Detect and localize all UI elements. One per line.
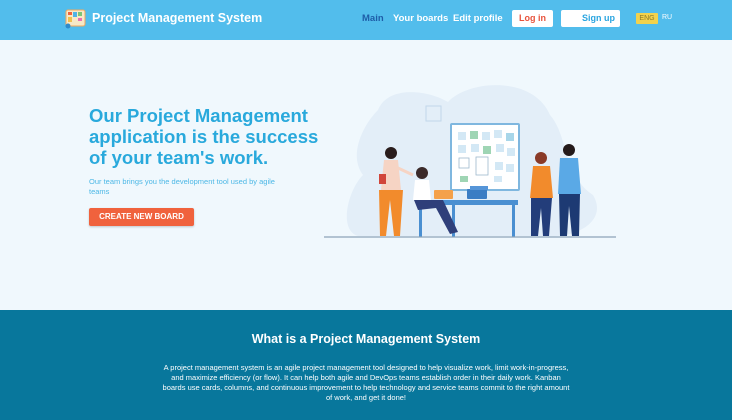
about-title: What is a Project Management System [251,332,481,346]
create-new-board-button[interactable]: CREATE NEW BOARD [89,208,194,226]
nav-main[interactable]: Main [362,13,384,24]
header: Project Management System Main Your boar… [0,0,732,40]
language-ru[interactable]: RU [662,14,672,21]
about-section: What is a Project Management System A pr… [0,310,732,420]
nav-edit-profile[interactable]: Edit profile [453,13,503,24]
brand-name[interactable]: Project Management System [92,11,262,25]
about-text: A project management system is an agile … [162,363,570,402]
signup-button[interactable]: Sign up [561,10,620,27]
team-meeting-illustration [324,85,616,238]
nav-your-boards[interactable]: Your boards [393,13,448,24]
kanban-board-logo-icon[interactable] [65,8,86,29]
hero-subtitle: Our team brings you the development tool… [89,177,275,196]
language-eng[interactable]: ENG [636,13,658,24]
hero-title: Our Project Management application is th… [89,105,319,168]
login-button[interactable]: Log in [512,10,553,27]
